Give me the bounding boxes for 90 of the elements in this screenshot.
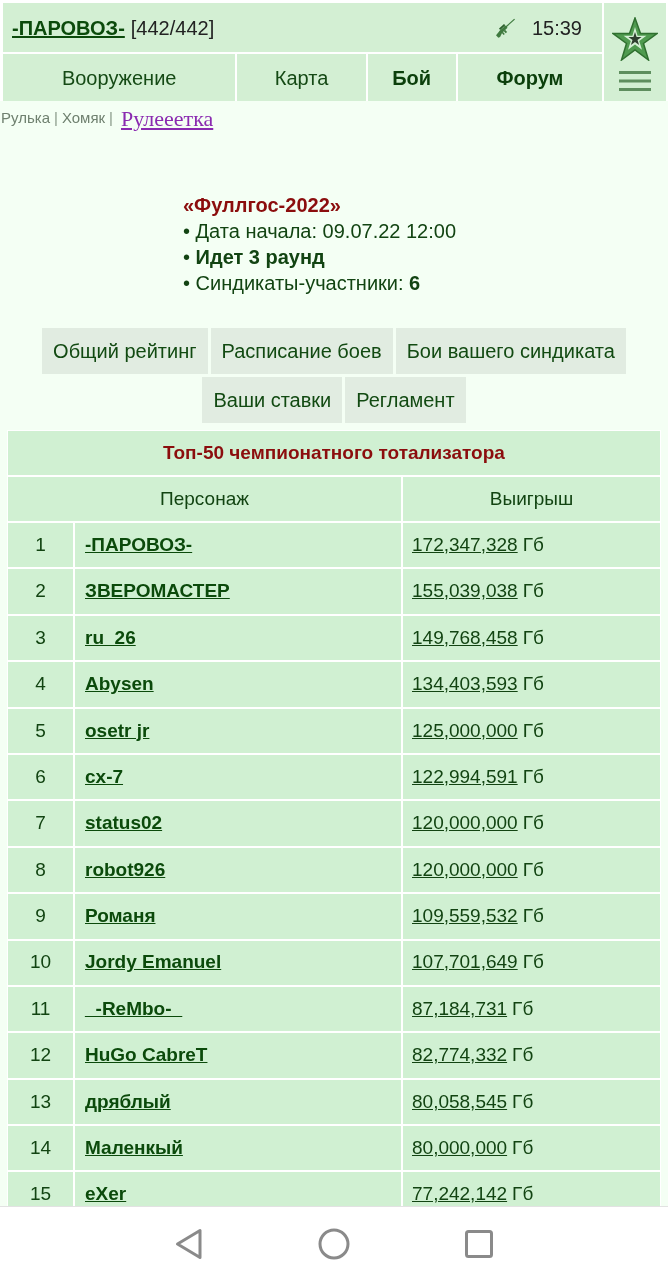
amount-link[interactable]: 134,403,593 [412,670,518,699]
hp-text: [442/442] [130,15,215,41]
player-link[interactable]: _-ReMbo-_ [85,994,183,1024]
player-link[interactable]: eXer [85,1180,127,1206]
breadcrumb-link[interactable]: Рулька [1,106,50,130]
player-link[interactable]: Маленкый [85,1134,183,1163]
player-link[interactable]: cx-7 [85,762,124,792]
info-text: • Синдикаты-участники: 6 [183,271,422,296]
rank-cell: 8 [8,847,73,893]
section-button[interactable]: Ваши ставки [202,377,343,423]
amount-link[interactable]: 172,347,328 [412,530,518,560]
unit-text: Гб [512,1136,534,1160]
player-link[interactable]: ЗВЕРОМАСТЕР [85,577,230,606]
menu-icon[interactable] [619,71,651,91]
rank-cell: 5 [8,708,73,753]
column-header: Персонаж [8,477,401,521]
rank-cell: 10 [8,940,73,985]
amount-link[interactable]: 77,242,142 [412,1180,508,1206]
time-text: 15:39 [531,15,582,41]
rank-cell: 13 [8,1079,73,1125]
amount-link[interactable]: 149,768,458 [412,623,518,653]
player-link[interactable]: Jordy Emanuel [85,948,222,977]
amount-link[interactable]: 120,000,000 [412,809,518,838]
player-link[interactable]: ru_26 [85,623,136,653]
player-link[interactable]: дряблый [85,1087,171,1117]
player-link[interactable]: robot926 [85,855,166,885]
unit-text: Гб [522,718,544,743]
info-text: • Дата начала: 09.07.22 12:00 [183,219,458,244]
player-link[interactable]: Романя [85,902,156,931]
rank-cell: 1 [8,523,73,568]
rank-cell: 3 [8,615,73,661]
player-link[interactable]: HuGo CabreT [85,1041,208,1070]
amount-link[interactable]: 82,774,332 [412,1041,508,1070]
player-link[interactable]: status02 [85,809,163,838]
roulette-link[interactable]: Рулееетка [121,101,214,135]
unit-text: Гб [522,625,544,650]
nav-tab[interactable]: Бой [367,54,456,101]
unit-text: Гб [522,857,544,882]
rank-cell: 2 [8,569,73,614]
unit-text: Гб [512,1089,534,1114]
rank-cell: 7 [8,801,73,846]
separator-text: | [109,107,113,128]
column-header: Выигрыш [403,477,660,521]
table-title: Топ-50 чемпионатного тотализатора [8,431,660,475]
amount-link[interactable]: 125,000,000 [412,716,518,745]
amount-link[interactable]: 87,184,731 [412,994,508,1024]
star-icon[interactable] [612,17,658,61]
amount-link[interactable]: 109,559,532 [412,902,518,931]
nav-tab[interactable]: Форум [457,54,602,101]
amount-link[interactable]: 120,000,000 [412,855,518,885]
rank-cell: 4 [8,662,73,707]
recent-apps-icon[interactable] [465,1229,493,1258]
player-link[interactable]: -ПАРОВОЗ- [12,12,125,43]
unit-text: Гб [522,672,544,697]
breadcrumb-link[interactable]: Хомяк [61,106,106,130]
home-icon[interactable] [318,1227,350,1260]
unit-text: Гб [522,904,544,929]
unit-text: Гб [512,1043,534,1068]
rank-cell: 6 [8,754,73,800]
player-link[interactable]: -ПАРОВОЗ- [85,530,193,560]
info-text: • Идет 3 раунд [183,245,326,270]
unit-text: Гб [522,764,544,789]
amount-link[interactable]: 107,701,649 [412,948,518,977]
amount-link[interactable]: 80,058,545 [412,1087,508,1117]
rank-cell: 12 [8,1033,73,1078]
player-link[interactable]: osetr jr [85,716,150,745]
unit-text: Гб [522,811,544,836]
rank-cell: 14 [8,1126,73,1171]
section-button[interactable]: Общий рейтинг [42,328,208,374]
unit-text: Гб [522,579,544,604]
tournament-title: «Фуллгос-2022» [183,193,342,218]
unit-text: Гб [522,532,544,557]
amount-link[interactable]: 80,000,000 [412,1134,508,1163]
player-link[interactable]: Abysen [85,670,154,699]
rifle-icon [494,16,517,39]
section-button[interactable]: Расписание боев [210,328,393,374]
unit-text: Гб [512,996,534,1021]
unit-text: Гб [522,950,544,975]
amount-link[interactable]: 122,994,591 [412,762,518,792]
rank-cell: 9 [8,894,73,939]
rank-cell: 11 [8,986,73,1032]
section-button[interactable]: Регламент [345,377,466,423]
section-button[interactable]: Бои вашего синдиката [395,328,626,374]
unit-text: Гб [512,1182,534,1206]
separator-text: | [54,107,58,128]
rank-cell: 15 [8,1172,73,1206]
nav-tab[interactable]: Карта [237,54,366,101]
back-icon[interactable] [175,1227,203,1260]
amount-link[interactable]: 155,039,038 [412,577,518,606]
nav-tab[interactable]: Вооружение [3,54,236,101]
